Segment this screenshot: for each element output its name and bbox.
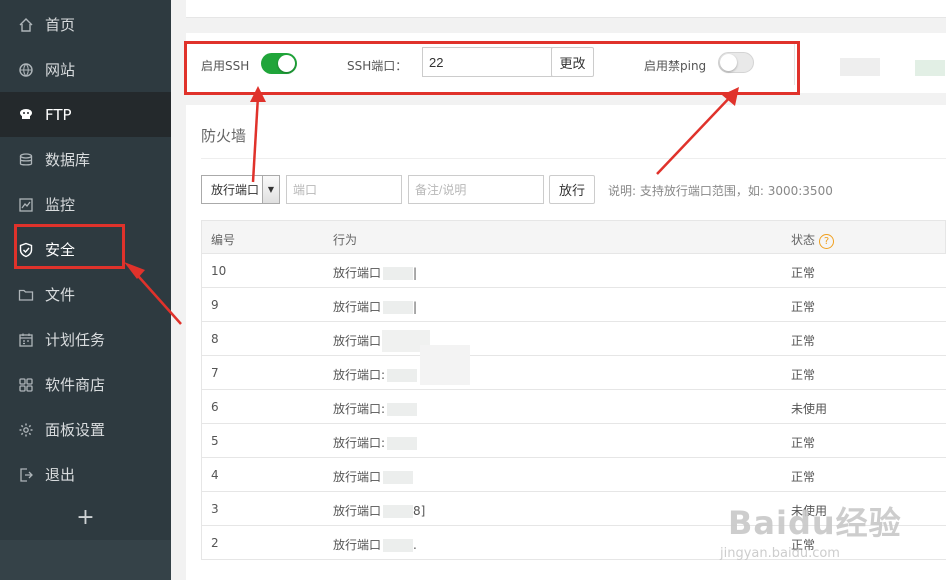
table-row: 7 放行端口: 正常 (201, 356, 946, 390)
rule-id: 2 (211, 536, 219, 550)
rule-status: 正常 (791, 436, 816, 450)
change-port-button[interactable]: 更改 (551, 47, 594, 77)
table-row: 5 放行端口: 正常 (201, 424, 946, 458)
rule-id: 3 (211, 502, 219, 516)
allow-port-button[interactable]: 放行 (549, 175, 595, 204)
sidebar: 首页 网站 FTP 数据库 监控 安全 文件 计划任务 软件商店 面板设置 退出… (0, 0, 171, 580)
rule-id: 4 (211, 468, 219, 482)
sidebar-item-monitor[interactable]: 监控 (0, 182, 171, 227)
rule-action: 放行端口: (333, 366, 418, 383)
sidebar-item-label: 面板设置 (45, 421, 106, 439)
sidebar-item-files[interactable]: 文件 (0, 272, 171, 317)
sidebar-item-settings[interactable]: 面板设置 (0, 407, 171, 452)
ftp-icon (18, 107, 34, 123)
rule-id: 5 (211, 434, 219, 448)
sidebar-item-label: 首页 (45, 16, 76, 34)
sidebar-item-database[interactable]: 数据库 (0, 137, 171, 182)
gear-icon (18, 422, 34, 438)
table-row: 4 放行端口 正常 (201, 458, 946, 492)
rule-status: 正常 (791, 368, 816, 382)
sidebar-item-label: 退出 (45, 466, 76, 484)
table-row: 8 放行端口 正常 (201, 322, 946, 356)
database-icon (18, 152, 34, 168)
rule-id: 8 (211, 332, 219, 346)
folder-icon (18, 287, 34, 303)
port-range-hint: 说明: 支持放行端口范围，如: 3000:3500 (608, 184, 833, 198)
rule-status: 正常 (791, 300, 816, 314)
rule-action: 放行端口 | (333, 266, 418, 280)
note-input[interactable] (408, 175, 544, 204)
sidebar-item-security[interactable]: 安全 (0, 227, 171, 272)
divider (794, 41, 795, 85)
sidebar-item-label: 文件 (45, 286, 76, 304)
table-row: 2 放行端口. 正常 (201, 526, 946, 560)
ssh-panel: 启用SSH SSH端口： 更改 启用禁ping (186, 33, 946, 93)
shield-icon (18, 242, 34, 258)
rule-status: 正常 (791, 334, 816, 348)
table-row: 3 放行端口 8] 未使用 (201, 492, 946, 526)
ssh-port-label: SSH端口： (347, 59, 408, 73)
rule-type-value: 放行端口 (211, 183, 260, 197)
rule-status: 正常 (791, 470, 816, 484)
top-panel (186, 0, 946, 18)
main-content: 启用SSH SSH端口： 更改 启用禁ping 防火墙 放行端口 ▼ 放行 说明… (171, 0, 946, 580)
rule-action: 放行端口. (333, 538, 417, 552)
enable-ssh-toggle[interactable] (261, 53, 297, 74)
enable-ssh-label: 启用SSH (201, 59, 250, 73)
disable-ping-label: 启用禁ping (644, 59, 707, 73)
column-header-id: 编号 (211, 233, 236, 247)
column-header-status: 状态? (791, 231, 835, 249)
sidebar-item-label: 数据库 (45, 151, 91, 169)
sidebar-item-store[interactable]: 软件商店 (0, 362, 171, 407)
sidebar-item-label: 软件商店 (45, 376, 106, 394)
calendar-icon (18, 332, 34, 348)
rule-action: 放行端口: (333, 400, 418, 417)
firewall-title: 防火墙 (201, 127, 247, 145)
chevron-down-icon: ▼ (262, 176, 279, 203)
rule-id: 7 (211, 366, 219, 380)
rule-action: 放行端口 (333, 332, 414, 349)
firewall-panel: 防火墙 放行端口 ▼ 放行 说明: 支持放行端口范围，如: 3000:3500 … (186, 105, 946, 580)
sidebar-item-label: 网站 (45, 61, 76, 79)
rule-status: 未使用 (791, 504, 828, 518)
sidebar-item-label: 安全 (45, 241, 76, 259)
rule-status: 正常 (791, 266, 816, 280)
divider (201, 158, 946, 159)
table-row: 10 放行端口 | 正常 (201, 254, 946, 288)
grid-icon (18, 377, 34, 393)
rule-id: 10 (211, 264, 227, 278)
table-row: 6 放行端口: 未使用 (201, 390, 946, 424)
table-header: 编号 行为 状态? (201, 220, 946, 254)
globe-icon (18, 62, 34, 78)
rule-type-select[interactable]: 放行端口 ▼ (201, 175, 280, 204)
column-header-action: 行为 (333, 233, 358, 247)
rule-action: 放行端口 8] (333, 504, 426, 518)
ssh-port-input[interactable] (422, 47, 558, 77)
rule-status: 正常 (791, 538, 816, 552)
sidebar-item-label: FTP (45, 105, 72, 124)
monitor-icon (18, 197, 34, 213)
sidebar-item-ftp[interactable]: FTP (0, 92, 171, 137)
add-button[interactable]: + (0, 497, 171, 537)
table-row: 9 放行端口 | 正常 (201, 288, 946, 322)
sidebar-item-website[interactable]: 网站 (0, 47, 171, 92)
rule-action: 放行端口: (333, 434, 418, 451)
sidebar-item-cron[interactable]: 计划任务 (0, 317, 171, 362)
home-icon (18, 17, 34, 33)
sidebar-item-label: 监控 (45, 196, 76, 214)
disable-ping-toggle[interactable] (718, 52, 754, 73)
sidebar-item-logout[interactable]: 退出 (0, 452, 171, 497)
sidebar-item-label: 计划任务 (45, 331, 106, 349)
rule-status: 未使用 (791, 402, 828, 416)
rule-id: 6 (211, 400, 219, 414)
port-input[interactable] (286, 175, 402, 204)
sidebar-footer (0, 540, 171, 580)
rule-action: 放行端口 (333, 468, 414, 485)
logout-icon (18, 467, 34, 483)
rule-id: 9 (211, 298, 219, 312)
rule-action: 放行端口 | (333, 300, 418, 314)
help-icon[interactable]: ? (819, 234, 835, 249)
sidebar-item-home[interactable]: 首页 (0, 2, 171, 47)
